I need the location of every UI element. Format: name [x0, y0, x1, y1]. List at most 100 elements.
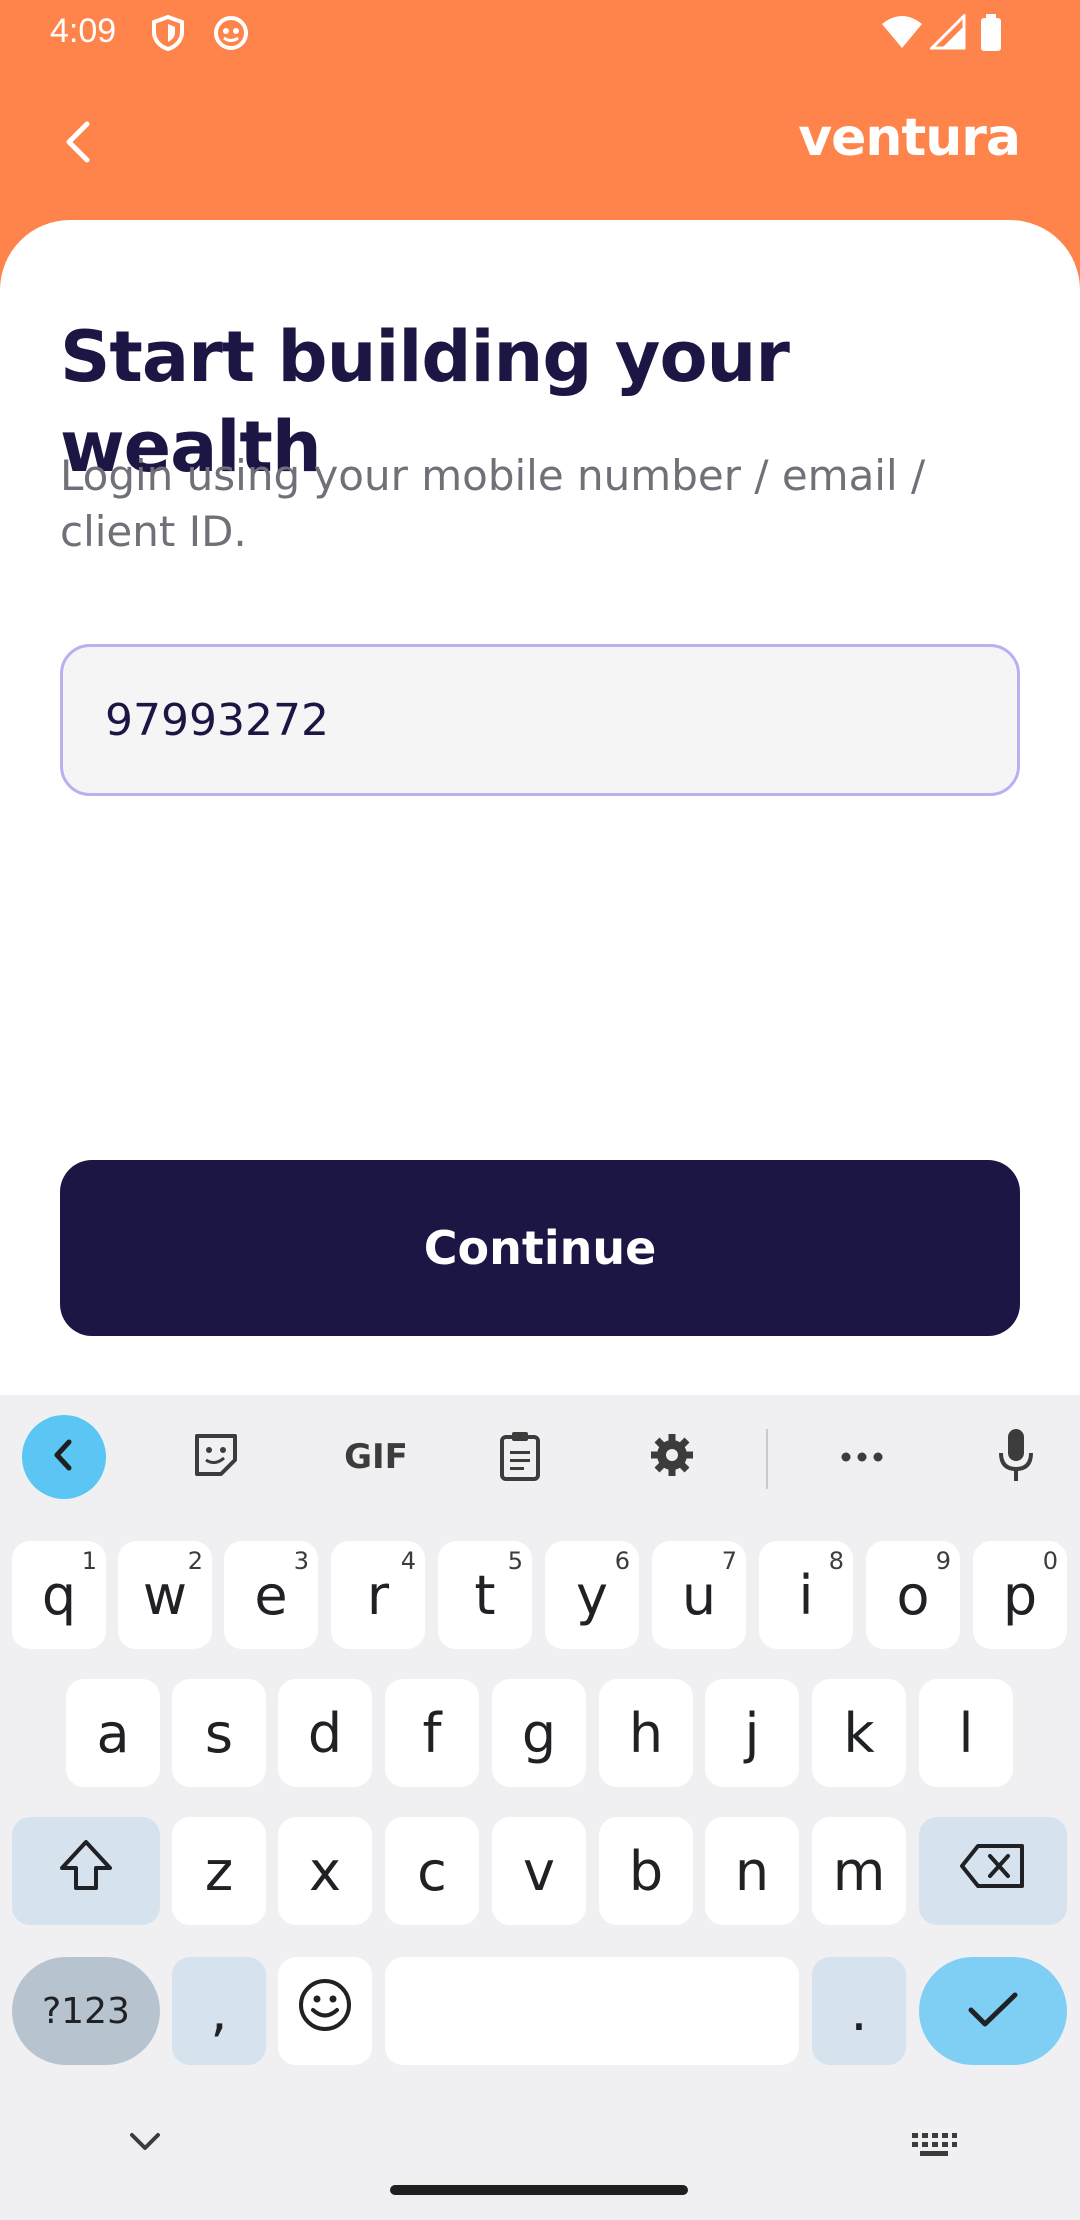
key-f[interactable]: f [385, 1679, 479, 1787]
keyboard-toolbar: GIF [0, 1395, 1080, 1515]
emoji-key[interactable] [278, 1957, 372, 2065]
key-hint: 4 [400, 1547, 416, 1575]
chevron-left-icon [63, 120, 93, 168]
keyboard-switch-button[interactable] [910, 2131, 958, 2163]
keyboard-icon [910, 2133, 958, 2163]
key-label: k [843, 1701, 875, 1765]
gif-button[interactable]: GIF [326, 1415, 426, 1499]
login-id-input[interactable]: 97993272 [60, 644, 1020, 796]
key-label: o [896, 1563, 930, 1627]
key-b[interactable]: b [599, 1817, 693, 1925]
key-i[interactable]: i8 [759, 1541, 853, 1649]
more-options-button[interactable] [820, 1415, 904, 1499]
continue-label: Continue [423, 1221, 657, 1275]
key-label: j [744, 1701, 760, 1765]
key-j[interactable]: j [705, 1679, 799, 1787]
shield-icon [150, 14, 186, 56]
key-c[interactable]: c [385, 1817, 479, 1925]
space-key[interactable] [385, 1957, 799, 2065]
checkmark-icon [967, 1980, 1019, 2043]
key-h[interactable]: h [599, 1679, 693, 1787]
key-w[interactable]: w2 [118, 1541, 212, 1649]
voice-input-button[interactable] [974, 1415, 1058, 1499]
chevron-down-icon [128, 2133, 162, 2157]
key-v[interactable]: v [492, 1817, 586, 1925]
key-x[interactable]: x [278, 1817, 372, 1925]
key-y[interactable]: y6 [545, 1541, 639, 1649]
enter-key[interactable] [919, 1957, 1067, 2065]
key-p[interactable]: p0 [973, 1541, 1067, 1649]
key-n[interactable]: n [705, 1817, 799, 1925]
soft-keyboard: GIF q1 w2 e3 r4 t5 y6 u7 i8 o9 p 0 a s d… [0, 1395, 1080, 2220]
key-label: l [958, 1701, 974, 1765]
login-instructions: Login using your mobile number / email /… [60, 451, 926, 556]
gear-icon [647, 1430, 697, 1484]
key-hint: 6 [614, 1547, 630, 1575]
key-hint: 1 [81, 1547, 97, 1575]
key-d[interactable]: d [278, 1679, 372, 1787]
key-label: p [1002, 1563, 1038, 1627]
key-label: . [850, 1979, 868, 2043]
key-label: y [576, 1563, 608, 1627]
key-label: f [422, 1701, 442, 1765]
key-label: x [309, 1839, 341, 1903]
comma-key[interactable]: , [172, 1957, 266, 2065]
key-a[interactable]: a [66, 1679, 160, 1787]
home-indicator [390, 2185, 688, 2195]
key-e[interactable]: e3 [224, 1541, 318, 1649]
key-l[interactable]: l [919, 1679, 1013, 1787]
key-hint: 2 [187, 1547, 203, 1575]
back-button[interactable] [46, 112, 110, 176]
symbols-key[interactable]: ?123 [12, 1957, 160, 2065]
key-label: r [366, 1563, 390, 1627]
key-hint: 7 [721, 1547, 737, 1575]
key-hint: 8 [828, 1547, 844, 1575]
more-horizontal-icon [840, 1448, 884, 1467]
battery-icon [980, 14, 1002, 56]
keyboard-back-button[interactable] [22, 1415, 106, 1499]
period-key[interactable]: . [812, 1957, 906, 2065]
key-label: , [210, 1979, 228, 2043]
status-bar: 4:09 [0, 0, 1080, 66]
toolbar-divider [766, 1429, 768, 1489]
continue-button[interactable]: Continue [60, 1160, 1020, 1336]
microphone-icon [996, 1427, 1036, 1487]
key-label: b [628, 1839, 664, 1903]
sticker-icon [191, 1430, 241, 1484]
key-r[interactable]: r4 [331, 1541, 425, 1649]
key-label: t [474, 1563, 496, 1627]
login-id-value: 97993272 [105, 694, 329, 746]
key-label: ?123 [42, 1990, 130, 2032]
key-u[interactable]: u7 [652, 1541, 746, 1649]
key-t[interactable]: t5 [438, 1541, 532, 1649]
key-hint: 3 [293, 1547, 309, 1575]
key-label: w [142, 1563, 188, 1627]
signal-icon [928, 12, 966, 54]
key-label: d [307, 1701, 343, 1765]
key-z[interactable]: z [172, 1817, 266, 1925]
status-time: 4:09 [50, 12, 117, 50]
clipboard-button[interactable] [478, 1415, 562, 1499]
key-label: s [204, 1701, 234, 1765]
key-label: q [41, 1563, 77, 1627]
key-g[interactable]: g [492, 1679, 586, 1787]
sticker-button[interactable] [174, 1415, 258, 1499]
shift-key[interactable] [12, 1817, 160, 1925]
settings-button[interactable] [630, 1415, 714, 1499]
key-q[interactable]: q1 [12, 1541, 106, 1649]
key-label: i [798, 1563, 814, 1627]
backspace-key[interactable] [919, 1817, 1067, 1925]
shift-icon [58, 1838, 114, 1905]
key-o[interactable]: o9 [866, 1541, 960, 1649]
hide-keyboard-button[interactable] [128, 2131, 162, 2157]
key-m[interactable]: m [812, 1817, 906, 1925]
emoji-icon [297, 1977, 353, 2046]
key-s[interactable]: s [172, 1679, 266, 1787]
clipboard-icon [498, 1429, 542, 1485]
wifi-icon [880, 14, 924, 54]
backspace-icon [958, 1840, 1028, 1903]
key-hint: 9 [935, 1547, 951, 1575]
key-k[interactable]: k [812, 1679, 906, 1787]
key-label: h [628, 1701, 664, 1765]
key-label: c [417, 1839, 447, 1903]
